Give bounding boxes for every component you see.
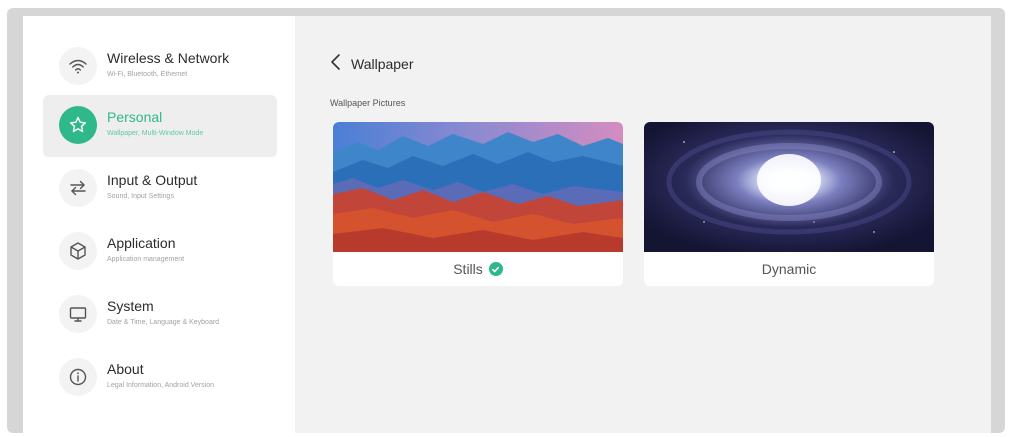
monitor-icon: [59, 295, 97, 333]
sidebar-item-title: Input & Output: [107, 172, 198, 188]
section-label: Wallpaper Pictures: [330, 98, 406, 108]
sidebar-item-subtitle: Application management: [107, 256, 185, 263]
sidebar-item-subtitle: Legal Information, Android Version: [107, 382, 215, 389]
check-circle-icon: [488, 262, 503, 276]
sidebar-item-title: Wireless & Network: [107, 50, 230, 66]
card-label-row: Dynamic: [644, 252, 934, 286]
dynamic-wallpaper-thumbnail: [644, 122, 934, 252]
sidebar-item-title: Application: [107, 235, 176, 251]
chevron-left-icon: [329, 53, 343, 76]
back-button[interactable]: Wallpaper: [329, 52, 414, 76]
wifi-icon: [59, 47, 97, 85]
wallpaper-card-dynamic[interactable]: Dynamic: [644, 122, 934, 286]
sidebar-item-subtitle: Date & Time, Language & Keyboard: [107, 319, 220, 326]
sidebar-item-wireless-network[interactable]: Wireless & Network Wi-Fi, Bluetooth, Eth…: [43, 36, 277, 98]
sidebar-item-subtitle: Sound, Input Settings: [107, 193, 174, 200]
sidebar-item-input-output[interactable]: Input & Output Sound, Input Settings: [43, 158, 277, 220]
settings-panel: Wireless & Network Wi-Fi, Bluetooth, Eth…: [23, 16, 991, 433]
sidebar-item-title: About: [107, 361, 144, 377]
sidebar-item-title: System: [107, 298, 154, 314]
sidebar-item-about[interactable]: About Legal Information, Android Version: [43, 347, 277, 409]
info-icon: [59, 358, 97, 396]
wallpaper-card-stills[interactable]: Stills: [333, 122, 623, 286]
page-title: Wallpaper: [351, 56, 414, 72]
app-box-icon: [59, 232, 97, 270]
card-label-row: Stills: [333, 252, 623, 286]
sidebar-item-title: Personal: [107, 109, 163, 125]
stills-wallpaper-thumbnail: [333, 122, 623, 252]
sidebar-item-personal[interactable]: Personal Wallpaper, Multi-Window Mode: [43, 95, 277, 157]
sidebar-item-system[interactable]: System Date & Time, Language & Keyboard: [43, 284, 277, 346]
star-icon: [59, 106, 97, 144]
sidebar-item-subtitle: Wi-Fi, Bluetooth, Ethernet: [107, 71, 188, 78]
swap-arrows-icon: [59, 169, 97, 207]
sidebar-item-application[interactable]: Application Application management: [43, 221, 277, 283]
card-label: Dynamic: [761, 261, 817, 277]
card-label: Stills: [453, 261, 483, 277]
sidebar: Wireless & Network Wi-Fi, Bluetooth, Eth…: [23, 16, 295, 433]
sidebar-item-subtitle: Wallpaper, Multi-Window Mode: [107, 130, 204, 137]
